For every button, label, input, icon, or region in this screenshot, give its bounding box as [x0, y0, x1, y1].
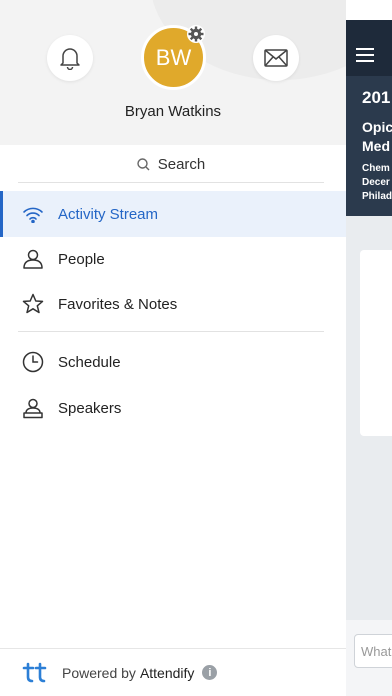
gear-icon[interactable] [186, 24, 206, 44]
user-name: Bryan Watkins [124, 103, 222, 120]
brand-name[interactable]: Attendify [140, 665, 194, 681]
bell-icon [60, 48, 80, 70]
wifi-icon [22, 203, 44, 225]
avatar-initials: BW [155, 44, 192, 70]
event-subtitle: Chem Decer Philad [362, 163, 392, 202]
event-title: Opic Med [362, 119, 392, 154]
background-topbar [346, 20, 392, 76]
search-icon [137, 158, 150, 171]
notifications-button[interactable] [47, 35, 93, 81]
menu-divider [18, 331, 324, 332]
menu-item-label: People [58, 250, 105, 268]
menu-item-label: Speakers [58, 399, 122, 417]
menu-item-people[interactable]: People [0, 236, 346, 282]
star-icon [22, 293, 44, 315]
powered-by-label: Powered by [62, 664, 136, 681]
speaker-icon [22, 397, 44, 419]
attendify-logo-icon [22, 662, 47, 682]
post-composer: What [346, 620, 392, 696]
event-header: 201 Opic Med Chem Decer Philad [346, 76, 392, 216]
content-card [360, 250, 392, 436]
menu-item-speakers[interactable]: Speakers [0, 385, 346, 431]
post-input[interactable]: What [354, 634, 392, 668]
messages-button[interactable] [253, 35, 299, 81]
menu-item-label: Activity Stream [58, 205, 159, 223]
envelope-icon [264, 49, 288, 67]
powered-by-footer: Powered by Attendify i [0, 648, 346, 696]
person-icon [22, 248, 44, 270]
menu-item-label: Favorites & Notes [58, 295, 178, 313]
menu-item-label: Schedule [58, 353, 121, 371]
search-button[interactable]: Search [18, 147, 324, 183]
menu-item-favorites-notes[interactable]: Favorites & Notes [0, 281, 346, 327]
navigation-drawer: BW Bryan Watkins Search Activity Stream … [0, 0, 346, 696]
hamburger-menu-icon[interactable] [356, 48, 374, 62]
search-label: Search [157, 156, 206, 173]
background-screen: 201 Opic Med Chem Decer Philad What [346, 20, 392, 696]
event-year: 201 [362, 88, 391, 107]
info-icon[interactable]: i [202, 665, 218, 680]
profile-header: BW Bryan Watkins [0, 0, 346, 145]
clock-icon [22, 351, 44, 373]
menu-item-schedule[interactable]: Schedule [0, 339, 346, 385]
menu-item-activity-stream[interactable]: Activity Stream [0, 191, 346, 237]
